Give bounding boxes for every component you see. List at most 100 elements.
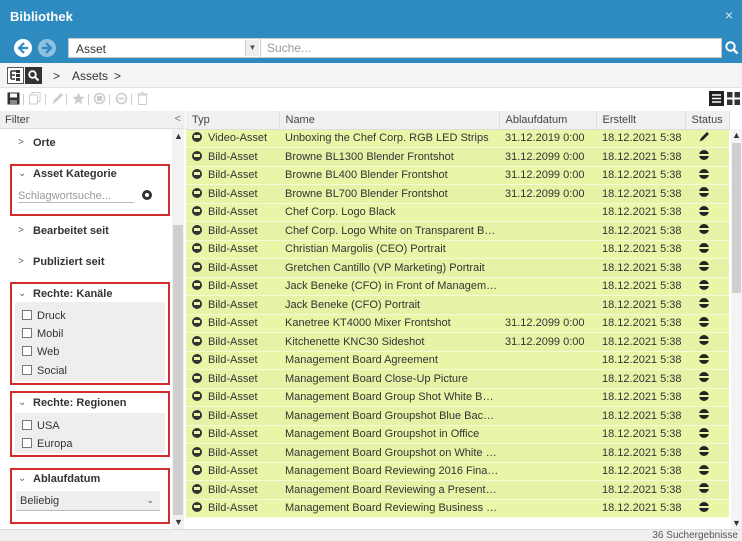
cell-name: Chef Corp. Logo Black [279, 203, 499, 222]
back-circle-icon[interactable] [14, 39, 32, 57]
scroll-up-icon[interactable]: ▲ [174, 131, 183, 141]
filter-section-bearbeitet-seit[interactable]: > Bearbeitet seit [0, 219, 170, 241]
checkbox-mobil[interactable]: Mobil [22, 328, 63, 340]
keyword-picker-icon[interactable] [141, 189, 153, 204]
cell-status [685, 221, 729, 241]
scroll-up-icon[interactable]: ▲ [732, 130, 741, 140]
chevron-down-icon[interactable]: ⌄ [18, 473, 26, 484]
filter-section-orte[interactable]: > Orte [0, 129, 170, 157]
checkbox-label: USA [37, 420, 60, 432]
checkbox-social[interactable]: Social [22, 365, 67, 377]
table-row[interactable]: Bild-Asset Chef Corp. Logo White on Trans… [186, 221, 729, 241]
cell-erstellt: 18.12.2021 5:38 [596, 258, 685, 278]
grid-view-icon[interactable] [726, 91, 741, 106]
scrollbar-thumb[interactable] [173, 225, 183, 515]
cell-typ-text: Bild-Asset [208, 243, 258, 256]
globe-icon [699, 316, 709, 327]
cell-typ: Bild-Asset [186, 258, 279, 278]
cell-typ: Bild-Asset [186, 221, 279, 241]
globe-icon [699, 446, 709, 457]
table-row[interactable]: Bild-Asset Management Board Groupshot Blu… [186, 406, 729, 426]
close-icon[interactable]: × [725, 7, 733, 23]
table-row[interactable]: Bild-Asset Management Board Reviewing a P… [186, 480, 729, 500]
chevron-down-icon[interactable]: ⌄ [18, 397, 26, 408]
table-row[interactable]: Bild-Asset Jack Beneke (CFO) Portrait 18.1… [186, 295, 729, 315]
image-asset-icon [192, 483, 202, 494]
cell-erstellt: 18.12.2021 5:38 [596, 295, 685, 315]
results-scrollbar[interactable]: ▲ ▼ [731, 129, 742, 529]
cell-typ-text: Bild-Asset [208, 335, 258, 348]
checkbox-europa[interactable]: Europa [22, 438, 72, 450]
forward-circle-icon[interactable] [38, 39, 56, 57]
table-row[interactable]: Bild-Asset Kanetree KT4000 Mixer Frontsho… [186, 314, 729, 333]
toolbar-divider [88, 94, 89, 105]
cell-name: Management Board Close-Up Picture [279, 369, 499, 389]
filter-scrollbar[interactable]: ▲ ▼ [172, 129, 184, 529]
table-row[interactable]: Bild-Asset Browne BL700 Blender Frontshot… [186, 184, 729, 204]
table-row[interactable]: Bild-Asset Chef Corp. Logo Black 18.12.202… [186, 203, 729, 222]
table-row[interactable]: Bild-Asset Management Board Agreement 18.1… [186, 351, 729, 370]
collapse-filter-icon[interactable]: < [175, 113, 181, 125]
filter-section-publiziert-seit[interactable]: > Publiziert seit [0, 249, 170, 271]
table-row[interactable]: Bild-Asset Christian Margolis (CEO) Portr… [186, 240, 729, 259]
table-row[interactable]: Bild-Asset Gretchen Cantillo (VP Marketin… [186, 258, 729, 278]
image-asset-icon [192, 280, 202, 291]
checkbox-usa[interactable]: USA [22, 420, 60, 432]
filter-section-ablaufdatum: ⌄ Ablaufdatum Beliebig ⌄ [0, 468, 170, 524]
chevron-down-icon[interactable]: ⌄ [18, 288, 26, 299]
image-asset-icon [192, 317, 202, 328]
search-input[interactable] [261, 38, 722, 58]
ablaufdatum-select[interactable]: Beliebig ⌄ [16, 491, 160, 511]
column-header-erstellt[interactable]: Erstellt [596, 111, 686, 130]
checkbox-icon [22, 420, 32, 430]
cell-ablaufdatum [499, 277, 596, 296]
globe-icon [699, 464, 709, 475]
cell-ablaufdatum [499, 369, 596, 389]
column-header-name[interactable]: Name [279, 111, 500, 130]
cell-typ-text: Bild-Asset [208, 150, 258, 163]
save-icon[interactable] [7, 92, 20, 107]
cell-ablaufdatum [499, 480, 596, 500]
table-row[interactable]: Bild-Asset Browne BL1300 Blender Frontsho… [186, 147, 729, 167]
globe-icon [699, 353, 709, 364]
column-header-typ[interactable]: Typ [186, 111, 280, 130]
table-row[interactable]: Video-Asset Unboxing the Chef Corp. RGB L… [186, 129, 729, 148]
column-header-ablaufdatum[interactable]: Ablaufdatum [499, 111, 597, 130]
asset-type-select[interactable]: Asset ▼ [68, 38, 261, 58]
list-view-icon[interactable] [709, 91, 724, 106]
table-row[interactable]: Bild-Asset Management Board Reviewing 201… [186, 462, 729, 481]
checkbox-label: Druck [37, 310, 66, 322]
table-row[interactable]: Bild-Asset Management Board Group Shot Wh… [186, 388, 729, 407]
cell-typ-text: Bild-Asset [208, 409, 258, 422]
chevron-down-icon[interactable]: ⌄ [18, 168, 26, 179]
scrollbar-thumb[interactable] [732, 143, 741, 293]
asset-type-value: Asset [76, 42, 107, 56]
table-row[interactable]: Bild-Asset Browne BL400 Blender Frontshot… [186, 166, 729, 185]
table-row[interactable]: Bild-Asset Jack Beneke (CFO) in Front of … [186, 277, 729, 296]
table-row[interactable]: Bild-Asset Management Board Reviewing Bus… [186, 499, 729, 518]
search-mode-icon[interactable] [25, 67, 42, 84]
table-row[interactable]: Bild-Asset Management Board Groupshot in … [186, 425, 729, 444]
tree-icon[interactable] [7, 67, 24, 84]
breadcrumb-item-assets[interactable]: Assets [72, 69, 108, 83]
table-row[interactable]: Bild-Asset Kitchenette KNC30 Sideshot 31.1… [186, 332, 729, 352]
globe-icon [699, 409, 709, 420]
globe-icon [699, 242, 709, 253]
cell-ablaufdatum [499, 388, 596, 407]
cell-erstellt: 18.12.2021 5:38 [596, 166, 685, 185]
cell-typ: Video-Asset [186, 129, 279, 148]
cell-typ: Bild-Asset [186, 240, 279, 259]
column-header-status[interactable]: Status [685, 111, 730, 130]
table-row[interactable]: Bild-Asset Management Board Groupshot on … [186, 443, 729, 463]
checkbox-web[interactable]: Web [22, 346, 59, 358]
search-icon[interactable] [722, 38, 742, 58]
filter-section-label: Ablaufdatum [33, 473, 101, 485]
scroll-down-icon[interactable]: ▼ [174, 517, 183, 527]
filter-section-label: Rechte: Regionen [33, 397, 127, 409]
scroll-down-icon[interactable]: ▼ [732, 518, 741, 528]
table-row[interactable]: Bild-Asset Management Board Close-Up Pict… [186, 369, 729, 389]
keyword-search-input[interactable]: Schlagwortsuche... [18, 190, 134, 203]
cell-erstellt: 18.12.2021 5:38 [596, 129, 685, 148]
cell-typ: Bild-Asset [186, 184, 279, 204]
checkbox-druck[interactable]: Druck [22, 310, 66, 322]
